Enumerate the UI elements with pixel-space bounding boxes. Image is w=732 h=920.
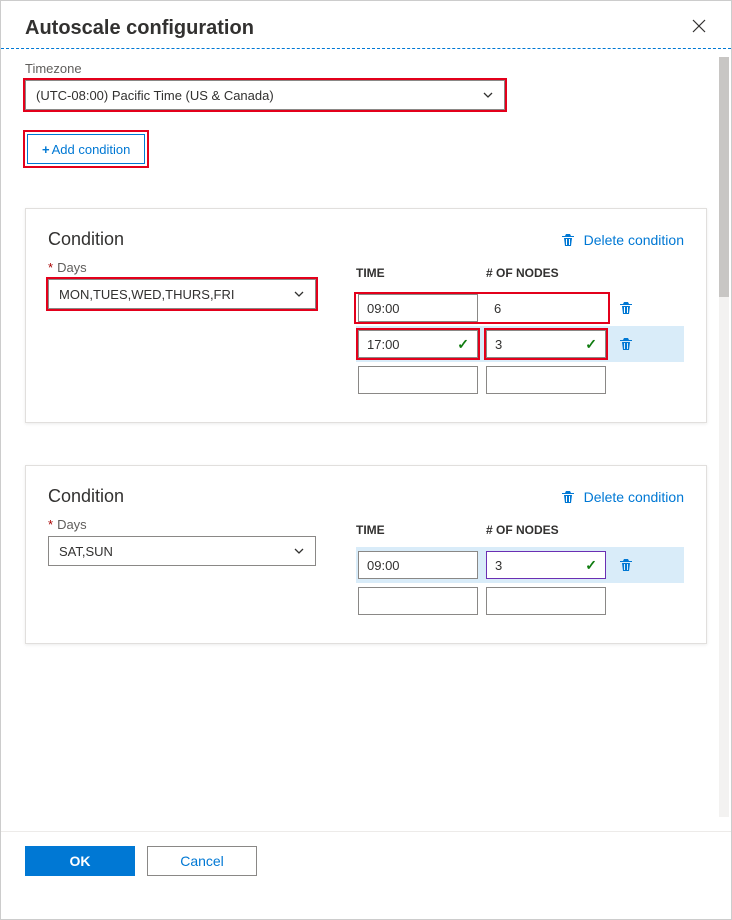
timezone-value: (UTC-08:00) Pacific Time (US & Canada) (36, 88, 274, 103)
col-nodes-header: # OF NODES (486, 523, 616, 537)
cancel-button[interactable]: Cancel (147, 846, 257, 876)
days-label: *Days (48, 260, 316, 275)
timezone-select[interactable]: (UTC-08:00) Pacific Time (US & Canada) (25, 80, 505, 110)
time-input[interactable]: 09:00 (358, 294, 478, 322)
chevron-down-icon (293, 545, 305, 557)
delete-condition-button[interactable]: Delete condition (560, 489, 684, 505)
table-header: TIME # OF NODES (356, 517, 684, 547)
delete-row-button[interactable] (614, 557, 638, 573)
days-select[interactable]: MON,TUES,WED,THURS,FRI (48, 279, 316, 309)
delete-condition-button[interactable]: Delete condition (560, 232, 684, 248)
nodes-input[interactable]: 3 ✓ (486, 551, 606, 579)
delete-row-button[interactable] (614, 336, 638, 352)
content-area: Timezone (UTC-08:00) Pacific Time (US & … (1, 49, 731, 831)
timezone-label: Timezone (25, 61, 707, 76)
col-nodes-header: # OF NODES (486, 266, 616, 280)
check-icon: ✓ (457, 336, 469, 353)
table-header: TIME # OF NODES (356, 260, 684, 290)
dialog-footer: OK Cancel (1, 831, 731, 890)
time-input[interactable] (358, 366, 478, 394)
schedule-row (356, 362, 684, 398)
chevron-down-icon (482, 89, 494, 101)
col-time-header: TIME (356, 266, 486, 280)
schedule-row (356, 583, 684, 619)
days-value: MON,TUES,WED,THURS,FRI (59, 287, 235, 302)
delete-condition-label: Delete condition (584, 232, 684, 248)
vertical-scrollbar-thumb[interactable] (719, 57, 729, 297)
days-select[interactable]: SAT,SUN (48, 536, 316, 566)
check-icon: ✓ (585, 557, 597, 574)
time-input[interactable]: 09:00 (358, 551, 478, 579)
col-time-header: TIME (356, 523, 486, 537)
condition-card: Condition Delete condition *Days MON,TUE… (25, 208, 707, 423)
nodes-input[interactable] (486, 366, 606, 394)
delete-row-button[interactable] (614, 300, 638, 316)
schedule-row: 17:00 ✓ 3 ✓ (356, 326, 684, 362)
add-condition-button[interactable]: + Add condition (27, 134, 145, 164)
dialog-title: Autoscale configuration (25, 17, 254, 40)
close-button[interactable] (691, 18, 707, 39)
add-condition-label: Add condition (52, 142, 131, 157)
ok-button[interactable]: OK (25, 846, 135, 876)
nodes-input[interactable]: 6 (486, 294, 606, 322)
time-input[interactable] (358, 587, 478, 615)
chevron-down-icon (293, 288, 305, 300)
time-input[interactable]: 17:00 ✓ (358, 330, 478, 358)
schedule-row: 09:00 6 (356, 290, 684, 326)
check-icon: ✓ (585, 336, 597, 353)
dialog-header: Autoscale configuration (1, 1, 731, 49)
trash-icon (560, 489, 576, 505)
days-value: SAT,SUN (59, 544, 113, 559)
delete-condition-label: Delete condition (584, 489, 684, 505)
condition-card: Condition Delete condition *Days SAT,SUN (25, 465, 707, 644)
nodes-input[interactable] (486, 587, 606, 615)
condition-title: Condition (48, 229, 124, 250)
nodes-input[interactable]: 3 ✓ (486, 330, 606, 358)
schedule-row: 09:00 3 ✓ (356, 547, 684, 583)
condition-title: Condition (48, 486, 124, 507)
trash-icon (560, 232, 576, 248)
days-label: *Days (48, 517, 316, 532)
